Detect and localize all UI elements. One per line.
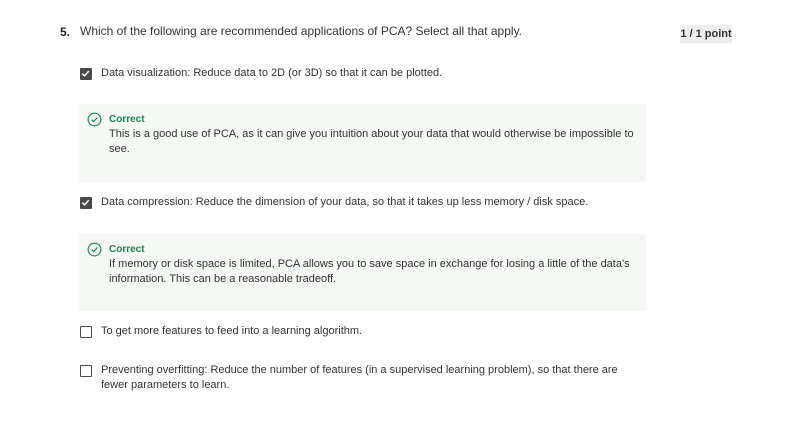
option-more-features[interactable]: To get more features to feed into a lear…	[80, 324, 631, 339]
question-text: Which of the following are recommended a…	[80, 24, 523, 38]
option-label: Data compression: Reduce the dimension o…	[101, 196, 589, 208]
check-icon	[81, 199, 90, 206]
feedback-correct: Correct If memory or disk space is limit…	[79, 234, 646, 311]
checkbox-unchecked[interactable]	[80, 326, 92, 338]
feedback-title: Correct	[109, 114, 145, 125]
option-label: Preventing overfitting: Reduce the numbe…	[101, 364, 618, 391]
check-icon	[81, 70, 90, 77]
option-preventing-overfitting[interactable]: Preventing overfitting: Reduce the numbe…	[80, 363, 631, 393]
feedback-title: Correct	[109, 244, 145, 255]
option-data-visualization[interactable]: Data visualization: Reduce data to 2D (o…	[80, 66, 631, 81]
feedback-text: If memory or disk space is limited, PCA …	[109, 258, 630, 285]
checkbox-checked[interactable]	[80, 68, 92, 80]
check-circle-icon	[87, 112, 102, 127]
points-badge: 1 / 1 point	[680, 25, 732, 43]
question-number: 5.	[60, 25, 71, 39]
feedback-correct: Correct This is a good use of PCA, as it…	[79, 104, 646, 182]
option-label: Data visualization: Reduce data to 2D (o…	[101, 67, 443, 79]
check-circle-icon	[87, 242, 102, 257]
option-data-compression[interactable]: Data compression: Reduce the dimension o…	[80, 195, 631, 210]
checkbox-checked[interactable]	[80, 197, 92, 209]
option-label: To get more features to feed into a lear…	[101, 325, 363, 337]
feedback-text: This is a good use of PCA, as it can giv…	[109, 128, 634, 155]
checkbox-unchecked[interactable]	[80, 365, 92, 377]
